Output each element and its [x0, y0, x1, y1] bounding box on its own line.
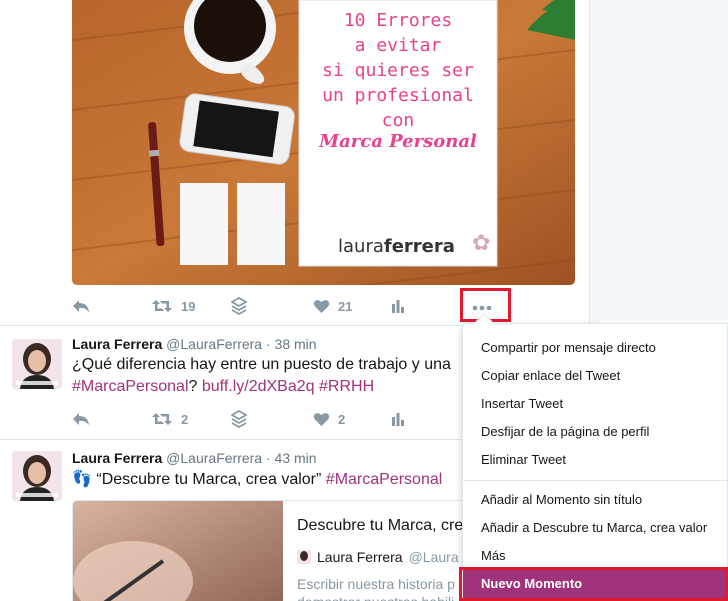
- timestamp[interactable]: 43 min: [275, 450, 317, 466]
- handle[interactable]: @LauraFerrera: [166, 336, 262, 352]
- flower-doodle: ✿: [472, 230, 490, 255]
- card-author-avatar: [297, 550, 311, 564]
- retweet-button[interactable]: 2: [151, 407, 188, 431]
- like-button[interactable]: 2: [313, 407, 345, 431]
- card-title: Descubre tu Marca, crea: [297, 517, 473, 534]
- tweet-text: 👣 “Descubre tu Marca, crea valor” #Marca…: [72, 469, 462, 491]
- menu-item-unpin[interactable]: Desfijar de la página de perfil: [463, 418, 728, 446]
- tweet-header: Laura Ferrera @LauraFerrera · 38 min: [72, 336, 317, 352]
- menu-item-add-to-moment[interactable]: Añadir a Descubre tu Marca, crea valor: [463, 514, 728, 542]
- photo-logo: lauraferrera: [338, 236, 455, 257]
- footprints-emoji-icon: 👣: [72, 471, 92, 488]
- separator-dot: ·: [265, 336, 271, 352]
- heart-icon: [313, 413, 330, 426]
- like-count: 2: [338, 411, 346, 427]
- separator-dot: ·: [265, 450, 271, 466]
- hashtag-link[interactable]: #MarcaPersonal: [72, 378, 189, 395]
- heart-icon: [313, 300, 330, 313]
- retweet-icon: [152, 413, 172, 425]
- menu-item-add-untitled-moment[interactable]: Añadir al Momento sin título: [463, 486, 728, 514]
- logo-light: laura: [338, 236, 384, 257]
- hashtag-link[interactable]: #RRHH: [319, 378, 374, 395]
- like-count: 21: [338, 298, 353, 314]
- analytics-icon: [392, 413, 404, 426]
- layers-icon: [231, 410, 247, 428]
- card-description: Escribir nuestra historia p demostrar nu…: [297, 575, 455, 601]
- photo-line: un profesional: [322, 85, 474, 106]
- card-description-line: demostrar nuestras habili: [297, 593, 455, 601]
- reply-button[interactable]: [72, 407, 90, 431]
- add-to-moment-button[interactable]: [231, 407, 247, 431]
- url-link[interactable]: buff.ly/2dXBa2q: [202, 378, 315, 395]
- photo-caption: 10 Errores a evitar si quieres ser un pr…: [299, 8, 497, 133]
- fullname[interactable]: Laura Ferrera: [72, 450, 162, 466]
- stage: ✿ 10 Errores a evitar si quieres ser un …: [0, 0, 728, 601]
- tweet-actions-menu: Compartir por mensaje directo Copiar enl…: [462, 313, 728, 601]
- menu-item-copy-link[interactable]: Copiar enlace del Tweet: [463, 362, 728, 390]
- retweet-count: 2: [181, 411, 189, 427]
- avatar[interactable]: [12, 451, 62, 501]
- new-moment-highlight: [459, 567, 728, 601]
- tweet-text-body: ¿Qué diferencia hay entre un puesto de t…: [72, 356, 451, 373]
- hashtag-link[interactable]: #MarcaPersonal: [326, 471, 443, 488]
- question-mark: ?: [188, 378, 198, 395]
- avatar[interactable]: [12, 339, 62, 389]
- tweet-text: ¿Qué diferencia hay entre un puesto de t…: [72, 354, 462, 398]
- card-description-line: Escribir nuestra historia p: [297, 576, 455, 592]
- tweet-header: Laura Ferrera @LauraFerrera · 43 min: [72, 450, 317, 466]
- link-card[interactable]: Descubre tu Marca, crea Laura Ferrera @L…: [72, 500, 492, 601]
- timestamp[interactable]: 38 min: [275, 336, 317, 352]
- logo-bold: ferrera: [383, 236, 455, 257]
- photo-line: a evitar: [354, 35, 442, 56]
- analytics-icon: [392, 300, 404, 313]
- retweet-icon: [152, 300, 172, 312]
- reply-icon: [73, 413, 89, 425]
- card-author-name: Laura Ferrera: [317, 549, 403, 565]
- analytics-button[interactable]: [391, 294, 405, 318]
- like-button[interactable]: 21: [313, 294, 352, 318]
- reply-icon: [73, 300, 89, 312]
- add-to-moment-button[interactable]: [231, 294, 247, 318]
- analytics-button[interactable]: [391, 407, 405, 431]
- menu-item-share-dm[interactable]: Compartir por mensaje directo: [463, 334, 728, 362]
- handle[interactable]: @LauraFerrera: [166, 450, 262, 466]
- fullname[interactable]: Laura Ferrera: [72, 336, 162, 352]
- retweet-count: 19: [181, 298, 196, 314]
- card-author-handle: @Laura: [408, 549, 459, 565]
- retweet-button[interactable]: 19: [151, 294, 195, 318]
- photo-line: 10 Errores: [343, 10, 453, 31]
- tweet-text-body: “Descubre tu Marca, crea valor”: [96, 471, 322, 488]
- menu-item-embed[interactable]: Insertar Tweet: [463, 390, 728, 418]
- card-thumbnail: [73, 501, 283, 601]
- menu-item-more[interactable]: Más: [463, 542, 728, 570]
- photo-line: con: [381, 110, 415, 131]
- menu-separator: [463, 480, 728, 481]
- photo-script-line: Marca Personal: [319, 131, 477, 152]
- reply-button[interactable]: [72, 294, 90, 318]
- card-author: Laura Ferrera @Laura: [297, 549, 459, 565]
- layers-icon: [231, 297, 247, 315]
- menu-item-delete[interactable]: Eliminar Tweet: [463, 446, 728, 474]
- photo-line: si quieres ser: [322, 60, 474, 81]
